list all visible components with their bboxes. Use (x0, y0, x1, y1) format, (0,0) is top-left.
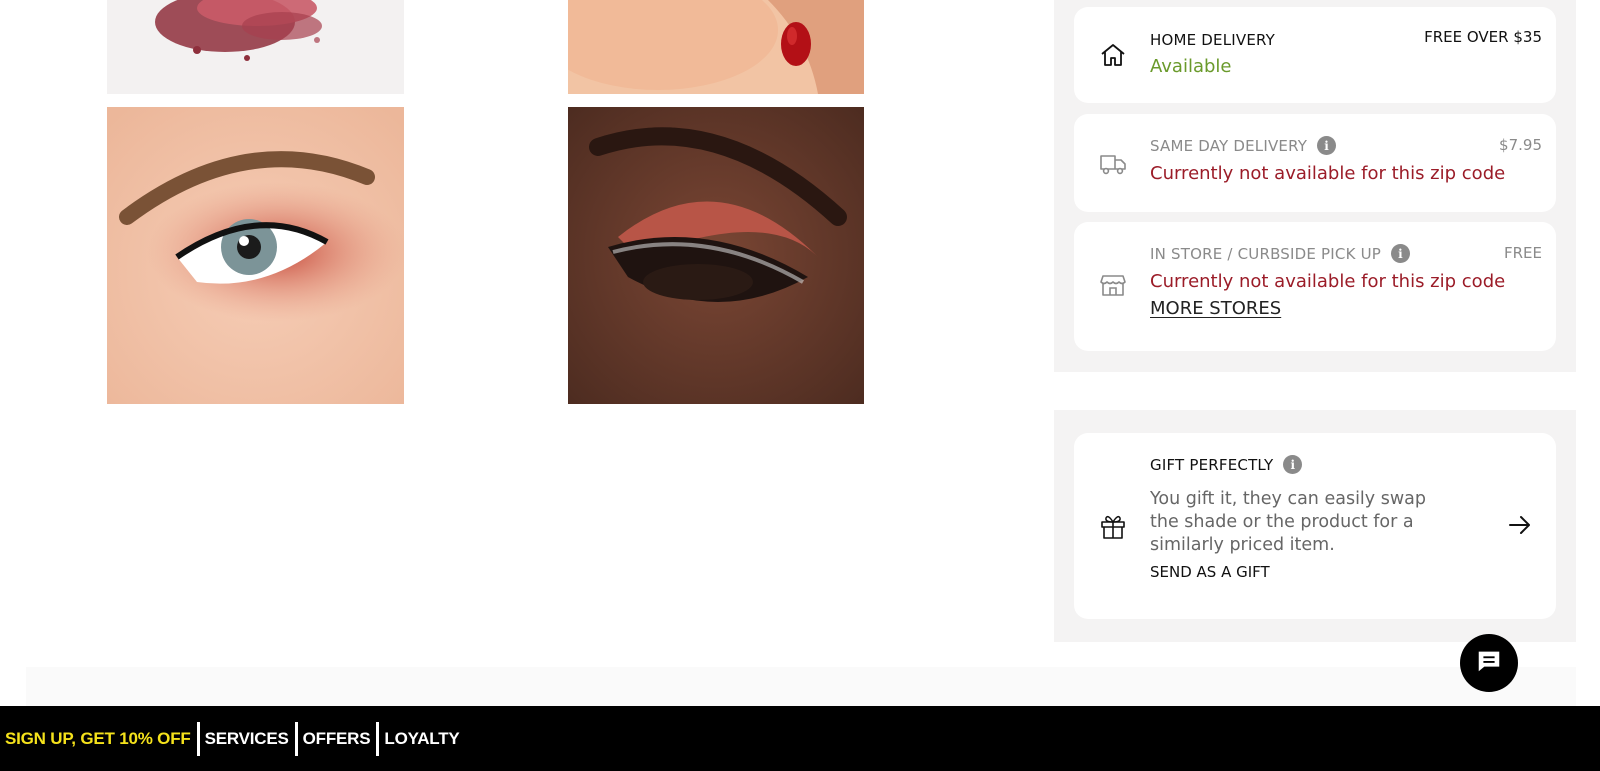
home-delivery-title: HOME DELIVERY (1150, 31, 1275, 49)
product-image-swatch[interactable] (107, 0, 404, 94)
gift-description: You gift it, they can easily swap the sh… (1150, 489, 1426, 555)
store-pickup-price: FREE (1503, 244, 1542, 262)
info-icon[interactable]: i (1283, 455, 1303, 474)
gift-perfectly-card[interactable]: GIFT PERFECTLY i You gift it, they can e… (1074, 433, 1556, 619)
signup-offer-link[interactable]: SIGN UP, GET 10% OFF (5, 729, 191, 749)
home-delivery-price: FREE OVER $35 (1424, 28, 1542, 46)
loyalty-link[interactable]: LOYALTY (384, 729, 459, 749)
home-icon (1098, 40, 1128, 70)
services-link[interactable]: SERVICES (205, 729, 289, 749)
store-pickup-title: IN STORE / CURBSIDE PICK UP i (1150, 244, 1411, 263)
gift-perfectly-title: GIFT PERFECTLY i (1150, 455, 1303, 474)
home-delivery-title-text: HOME DELIVERY (1150, 31, 1276, 49)
same-day-delivery-card[interactable]: SAME DAY DELIVERY i Currently not availa… (1074, 114, 1556, 212)
product-image-eye-dark[interactable] (568, 107, 864, 404)
same-day-delivery-status: Currently not available for this zip cod… (1150, 163, 1506, 184)
product-page: HOME DELIVERY Available FREE OVER $35 SA… (0, 0, 1600, 771)
promo-bar: SIGN UP, GET 10% OFF SERVICES OFFERS LOY… (0, 706, 1600, 771)
product-image-eye-light[interactable] (107, 107, 404, 404)
same-day-delivery-title: SAME DAY DELIVERY i (1150, 136, 1337, 155)
same-day-delivery-title-text: SAME DAY DELIVERY (1150, 136, 1308, 155)
product-image-hand[interactable] (568, 0, 864, 94)
info-icon[interactable]: i (1391, 244, 1411, 263)
send-as-gift-button[interactable]: SEND AS A GIFT (1150, 563, 1270, 581)
store-icon (1098, 270, 1128, 300)
chat-icon (1475, 647, 1503, 679)
home-delivery-card[interactable]: HOME DELIVERY Available FREE OVER $35 (1074, 7, 1556, 103)
offers-link[interactable]: OFFERS (303, 729, 371, 749)
promo-bar-divider (196, 721, 200, 756)
store-pickup-title-text: IN STORE / CURBSIDE PICK UP (1150, 244, 1382, 263)
same-day-delivery-price: $7.95 (1499, 136, 1542, 154)
promo-bar-divider (376, 721, 380, 756)
store-pickup-card[interactable]: IN STORE / CURBSIDE PICK UP i Currently … (1074, 222, 1556, 351)
promo-bar-divider (294, 721, 298, 756)
truck-icon (1098, 148, 1128, 178)
more-stores-link[interactable]: MORE STORES (1150, 298, 1281, 319)
footer-strip (26, 667, 1576, 707)
gift-icon (1098, 511, 1128, 541)
gift-perfectly-title-text: GIFT PERFECTLY (1150, 455, 1274, 474)
home-delivery-status: Available (1150, 56, 1232, 77)
info-icon[interactable]: i (1317, 136, 1337, 155)
arrow-right-icon[interactable] (1506, 511, 1534, 539)
store-pickup-status: Currently not available for this zip cod… (1150, 271, 1506, 292)
chat-button[interactable] (1460, 634, 1518, 692)
